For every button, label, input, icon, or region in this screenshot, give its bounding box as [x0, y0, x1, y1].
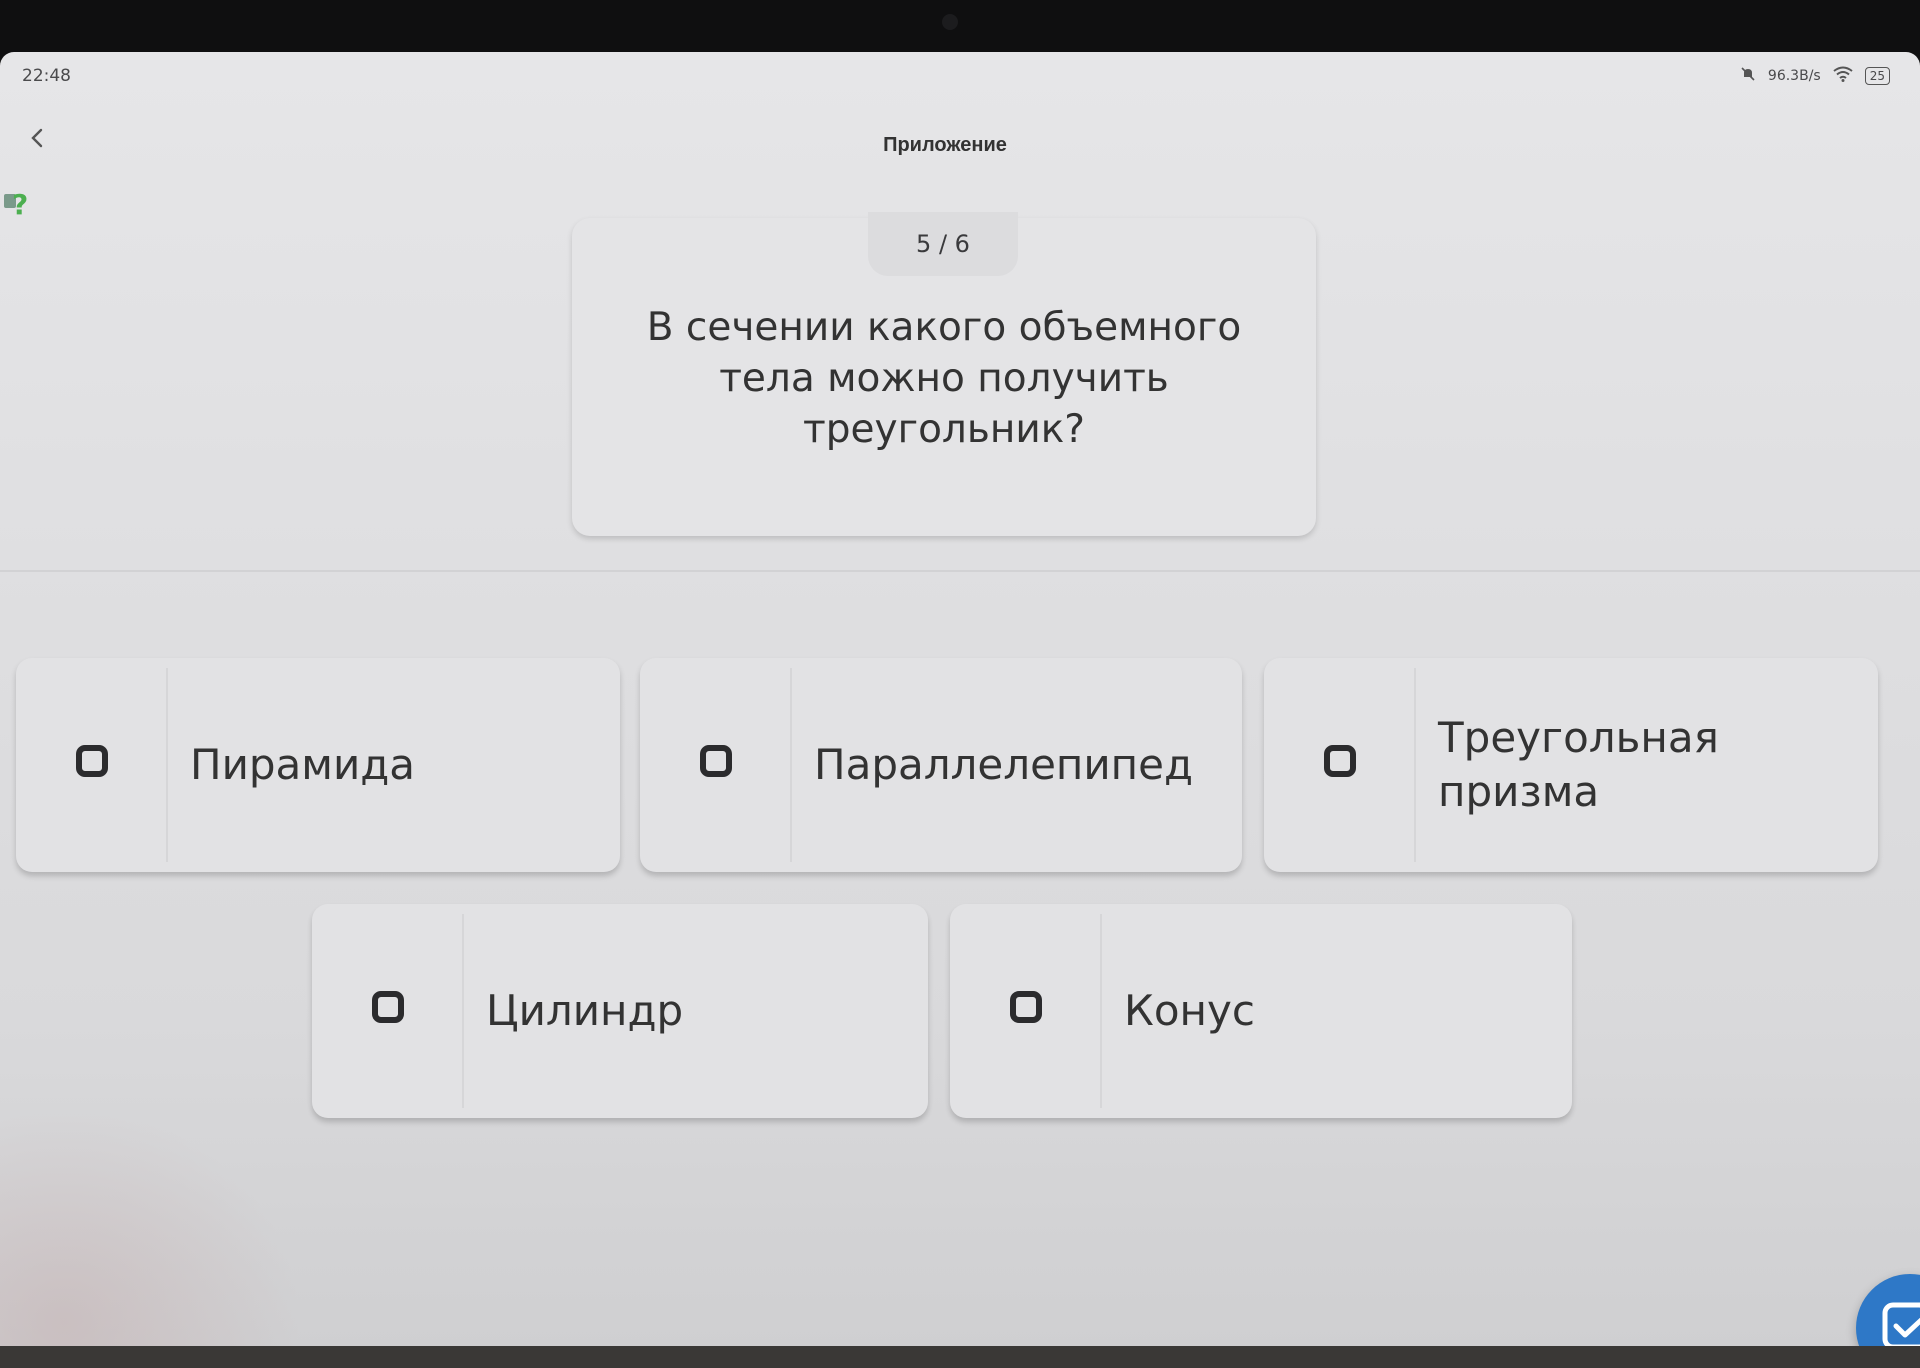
- answer-label: Конус: [1124, 986, 1255, 1035]
- front-camera: [942, 14, 958, 30]
- mute-bell-icon: [1740, 66, 1756, 86]
- option-separator: [166, 668, 168, 862]
- answer-option[interactable]: Конус: [950, 904, 1572, 1118]
- option-separator: [1414, 668, 1416, 862]
- screen: 22:48 96.3B/s 25 ? Приложение 5 / 6 В се…: [0, 52, 1920, 1348]
- answer-label: Параллелепипед: [814, 740, 1194, 789]
- checkbox[interactable]: [700, 745, 732, 777]
- option-separator: [790, 668, 792, 862]
- answer-label: Цилиндр: [486, 986, 684, 1035]
- submit-button[interactable]: [1856, 1274, 1920, 1348]
- battery-icon: 25: [1864, 67, 1890, 85]
- answer-option[interactable]: Треугольная призма: [1264, 658, 1878, 872]
- checkbox[interactable]: [1324, 745, 1356, 777]
- network-speed: 96.3B/s: [1767, 68, 1821, 84]
- device-bezel-bottom: [0, 1346, 1920, 1368]
- checkbox[interactable]: [372, 991, 404, 1023]
- status-time: 22:48: [22, 66, 71, 86]
- divider: [0, 570, 1920, 572]
- device-bezel-top: [0, 0, 1920, 58]
- checkbox[interactable]: [1010, 991, 1042, 1023]
- page-title: Приложение: [883, 134, 1007, 156]
- option-separator: [462, 914, 464, 1108]
- question-counter: 5 / 6: [868, 212, 1018, 276]
- answer-option[interactable]: Параллелепипед: [640, 658, 1242, 872]
- question-card: 5 / 6 В сечении какого объемного тела мо…: [572, 212, 1316, 536]
- wifi-icon: [1833, 66, 1853, 86]
- svg-text:?: ?: [12, 188, 28, 220]
- status-icons: 96.3B/s 25: [1740, 66, 1890, 86]
- answer-option[interactable]: Цилиндр: [312, 904, 928, 1118]
- checkbox[interactable]: [76, 745, 108, 777]
- question-text: В сечении какого объемного тела можно по…: [646, 305, 1242, 452]
- answer-label: Треугольная призма: [1438, 713, 1719, 816]
- option-separator: [1100, 914, 1102, 1108]
- answer-label: Пирамида: [190, 740, 416, 789]
- question-mark-icon[interactable]: ?: [4, 186, 32, 221]
- answer-option[interactable]: Пирамида: [16, 658, 620, 872]
